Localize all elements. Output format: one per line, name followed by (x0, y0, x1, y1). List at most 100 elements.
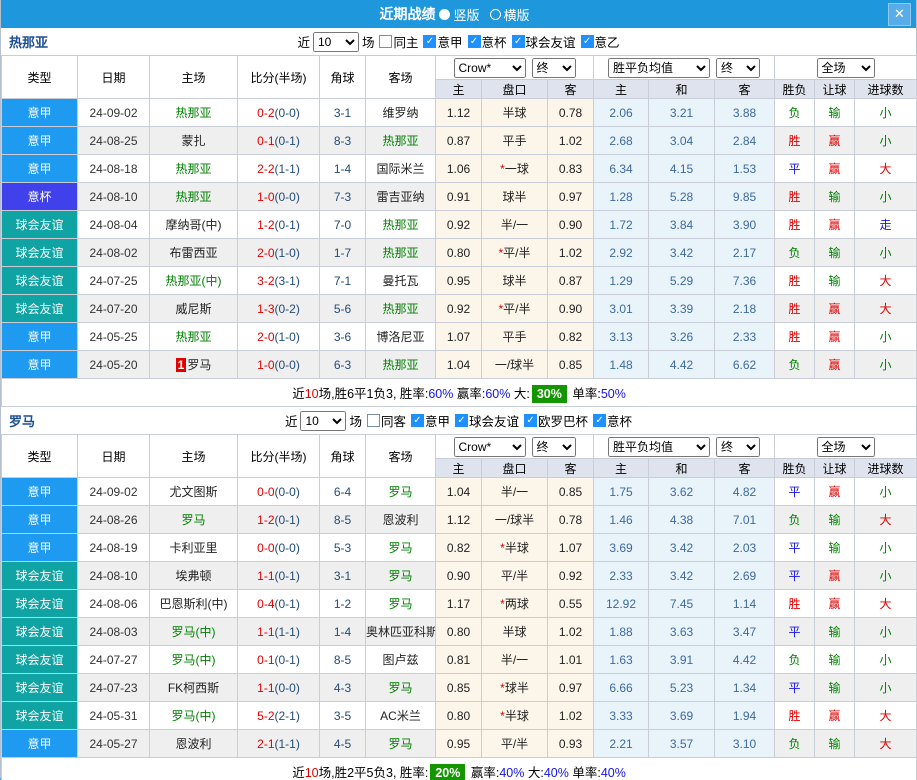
halftime-score: (0-1) (274, 568, 300, 583)
halftime-score: (0-0) (274, 540, 300, 555)
avg-loss-odds: 2.84 (714, 126, 775, 155)
avg-loss-odds: 3.10 (714, 729, 775, 758)
company-final-select[interactable]: 终 (531, 436, 576, 457)
away-team: 雷吉亚纳 (365, 182, 436, 211)
wdl-final-select[interactable]: 终 (716, 436, 760, 457)
scope-select[interactable]: 全场 (816, 57, 875, 78)
league-checkbox-3[interactable]: ✓ (593, 414, 607, 427)
home-team-name: 埃弗顿 (175, 569, 212, 583)
home-team: 埃弗顿 (149, 561, 238, 590)
wdl-average-select[interactable]: 胜平负均值 (608, 436, 710, 457)
same-venue-checkbox[interactable] (366, 414, 380, 427)
company-select[interactable]: Crow* (453, 57, 526, 78)
table-row: 球会友谊 24-08-03 罗马(中) 1-1(1-1) 1-4 奥林匹亚科斯 0.80 半球… (1, 617, 917, 646)
league-checkbox-2[interactable]: ✓ (511, 35, 525, 48)
match-count-select[interactable]: 10 (300, 410, 347, 431)
away-odds: 0.97 (547, 673, 594, 702)
summary-segment: 10 (304, 766, 319, 780)
away-odds: 0.78 (547, 505, 594, 534)
result-cell: 负 (774, 350, 815, 379)
away-team: 罗马 (365, 589, 436, 618)
league-checkbox-1[interactable]: ✓ (467, 35, 481, 48)
home-team: 热那亚 (149, 154, 238, 183)
match-score: 0-0(0-0) (237, 477, 320, 506)
handicap-line: *半球 (481, 701, 548, 730)
company-select[interactable]: Crow* (453, 436, 526, 457)
avg-win-odds: 2.21 (593, 729, 649, 758)
let-cell: 输 (814, 729, 855, 758)
avg-win-odds: 2.68 (593, 126, 649, 155)
home-team: 恩波利 (149, 729, 238, 758)
avg-loss-odds: 2.33 (714, 322, 775, 351)
result-cell: 平 (774, 617, 815, 646)
scope-select[interactable]: 全场 (816, 436, 875, 457)
league-checkbox-3[interactable]: ✓ (580, 35, 594, 48)
wdl-average-select[interactable]: 胜平负均值 (608, 57, 710, 78)
table-row: 意甲 24-05-27 恩波利 2-1(1-1) 4-5 罗马 0.95 平/半 0.93 2.2… (1, 729, 917, 758)
home-odds: 0.87 (435, 126, 482, 155)
league-badge: 意甲 (1, 477, 78, 506)
vertical-layout-radio[interactable] (439, 8, 451, 20)
result-cell: 胜 (774, 589, 815, 618)
wdl-final-select[interactable]: 终 (716, 57, 760, 78)
goals-cell: 大 (853, 589, 917, 618)
home-odds: 1.12 (435, 505, 482, 534)
away-team-name: 曼托瓦 (382, 274, 419, 288)
home-team: 热那亚 (149, 182, 238, 211)
horizontal-layout-radio[interactable] (489, 8, 501, 20)
match-score: 0-1(0-1) (237, 645, 320, 674)
goals-cell: 小 (853, 533, 917, 562)
col-odds-away: 客 (547, 79, 594, 99)
games-label: 场 (349, 415, 362, 429)
home-team: 热那亚 (149, 322, 238, 351)
avg-draw-odds: 4.42 (648, 350, 715, 379)
same-venue-label: 同主 (393, 36, 419, 50)
handicap-text: 半球 (504, 541, 529, 555)
col-avg-loss: 客 (714, 458, 775, 478)
league-checkbox-1[interactable]: ✓ (455, 414, 468, 427)
col-type: 类型 (1, 55, 78, 99)
summary-segment: 40% (499, 766, 525, 780)
close-icon[interactable]: ✕ (888, 3, 911, 26)
home-team: 罗马 (149, 505, 238, 534)
summary-segment: 60% (485, 387, 511, 401)
corner-score: 7-1 (319, 266, 366, 295)
league-badge: 意甲 (1, 350, 78, 379)
away-odds: 1.02 (547, 617, 594, 646)
match-date: 24-08-04 (77, 210, 150, 239)
fulltime-score: 1-1 (257, 680, 275, 695)
home-team-name: 尤文图斯 (169, 485, 218, 499)
result-cell: 平 (774, 533, 815, 562)
match-score: 2-0(1-0) (237, 322, 320, 351)
corner-score: 1-4 (319, 154, 366, 183)
league-checkbox-0[interactable]: ✓ (423, 35, 437, 48)
halftime-score: (1-1) (274, 736, 300, 751)
away-team-name: 热那亚 (382, 302, 419, 316)
avg-loss-odds: 1.53 (714, 154, 775, 183)
corner-score: 4-3 (319, 673, 366, 702)
company-final-select[interactable]: 终 (531, 57, 576, 78)
home-odds: 0.92 (435, 210, 482, 239)
avg-draw-odds: 5.29 (648, 266, 715, 295)
avg-draw-odds: 5.23 (648, 673, 715, 702)
same-venue-checkbox[interactable] (379, 35, 393, 48)
goals-cell: 小 (853, 477, 917, 506)
result-cell: 胜 (774, 210, 815, 239)
league-checkbox-0[interactable]: ✓ (410, 414, 424, 427)
halftime-score: (1-1) (274, 161, 300, 176)
home-odds: 1.04 (435, 350, 482, 379)
summary-segment: 赢率: (467, 766, 500, 780)
table-row: 球会友谊 24-08-02 布雷西亚 2-0(1-0) 1-7 热那亚 0.80 *平/半 1.… (1, 238, 917, 267)
summary-segment: 大: (510, 387, 530, 401)
goals-cell: 小 (853, 182, 917, 211)
goals-cell: 小 (853, 98, 917, 127)
team-filter-row: 热那亚近 10 场同主 ✓ 意甲 ✓ 意杯 ✓ 球会友谊 ✓ 意乙 (1, 28, 916, 55)
away-team: 恩波利 (365, 505, 436, 534)
away-team-name: 国际米兰 (376, 162, 425, 176)
summary-segment: 单率: (568, 766, 601, 780)
match-count-select[interactable]: 10 (312, 31, 359, 52)
table-row: 意甲 24-08-26 罗马 1-2(0-1) 8-5 恩波利 1.12 一/球半 0.78 1.… (1, 505, 917, 534)
match-score: 1-1(1-1) (237, 617, 320, 646)
avg-draw-odds: 3.57 (648, 729, 715, 758)
league-checkbox-2[interactable]: ✓ (524, 414, 538, 427)
